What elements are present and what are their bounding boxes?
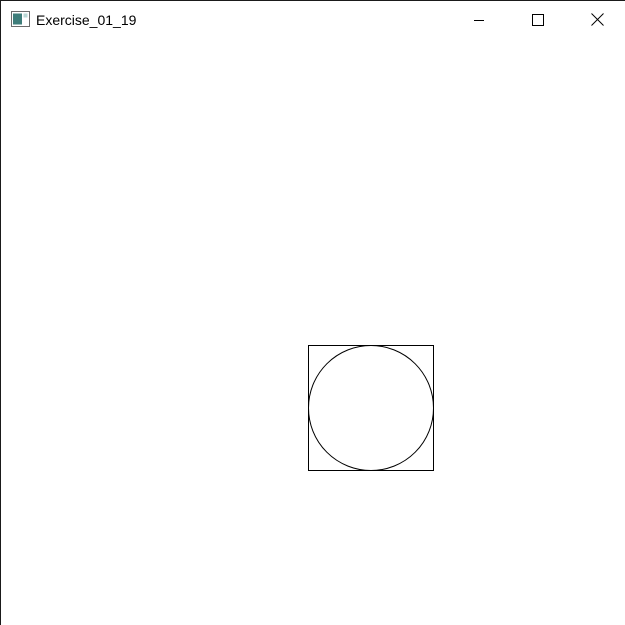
circle-shape <box>308 345 434 471</box>
minimize-button[interactable] <box>456 1 502 38</box>
drawing-canvas <box>308 345 434 471</box>
square-shape <box>308 345 434 471</box>
java-app-icon <box>11 11 30 27</box>
close-button[interactable] <box>574 1 620 38</box>
app-window: Exercise_01_19 <box>0 0 625 625</box>
maximize-button[interactable] <box>515 1 561 38</box>
close-icon <box>590 13 604 26</box>
minimize-icon <box>474 19 484 21</box>
window-title: Exercise_01_19 <box>36 12 137 28</box>
maximize-icon <box>532 13 544 26</box>
title-bar[interactable]: Exercise_01_19 <box>1 1 625 38</box>
